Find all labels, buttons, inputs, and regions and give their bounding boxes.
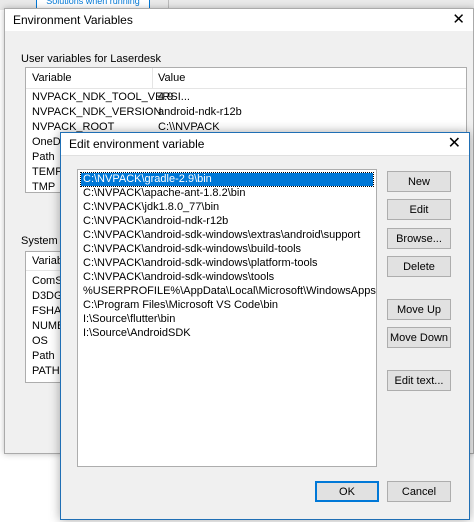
delete-button[interactable]: Delete [387, 256, 451, 277]
move-up-button[interactable]: Move Up [387, 299, 451, 320]
path-item[interactable]: C:\NVPACK\gradle-2.9\bin [80, 172, 374, 187]
path-item[interactable]: C:\NVPACK\apache-ant-1.8.2\bin [81, 187, 373, 200]
list-header: Variable Value [26, 68, 466, 89]
edit-environment-variable-dialog: Edit environment variable ✕ C:\NVPACK\gr… [60, 132, 470, 520]
path-item[interactable]: I:\Source\flutter\bin [81, 313, 373, 326]
path-item[interactable]: C:\NVPACK\android-ndk-r12b [81, 215, 373, 228]
edit-text-button[interactable]: Edit text... [387, 370, 451, 391]
edit-button[interactable]: Edit [387, 199, 451, 220]
window-title: Environment Variables [13, 13, 133, 27]
list-item[interactable]: NVPACK_NDK_TOOL_VERSI... 4.9 [26, 90, 466, 105]
column-header-variable[interactable]: Variable [32, 72, 72, 84]
path-item[interactable]: C:\Program Files\Microsoft VS Code\bin [81, 299, 373, 312]
cancel-button[interactable]: Cancel [387, 481, 451, 502]
new-button[interactable]: New [387, 171, 451, 192]
user-variables-label: User variables for Laserdesk [21, 53, 162, 65]
dialog-title: Edit environment variable [69, 137, 205, 151]
path-list[interactable]: C:\NVPACK\gradle-2.9\bin C:\NVPACK\apach… [77, 169, 377, 467]
variable-name: TEMP [32, 166, 63, 178]
path-item[interactable]: %USERPROFILE%\AppData\Local\Microsoft\Wi… [81, 285, 376, 298]
ok-button[interactable]: OK [315, 481, 379, 502]
list-item[interactable]: NVPACK_NDK_VERSION android-ndk-r12b [26, 105, 466, 120]
close-icon[interactable]: ✕ [452, 10, 465, 28]
variable-value: android-ndk-r12b [158, 106, 242, 118]
variable-name: NVPACK_NDK_VERSION [32, 106, 162, 118]
browse-button[interactable]: Browse... [387, 228, 451, 249]
path-item[interactable]: C:\NVPACK\android-sdk-windows\tools [81, 271, 373, 284]
title-bar: Environment Variables ✕ [5, 9, 473, 31]
variable-name: Path [32, 151, 55, 163]
path-item[interactable]: C:\NVPACK\android-sdk-windows\extras\and… [81, 229, 373, 242]
move-down-button[interactable]: Move Down [387, 327, 451, 348]
path-item[interactable]: C:\NVPACK\android-sdk-windows\platform-t… [81, 257, 373, 270]
column-header-value[interactable]: Value [158, 72, 185, 84]
path-item[interactable]: C:\NVPACK\android-sdk-windows\build-tool… [81, 243, 373, 256]
variable-name: TMP [32, 181, 56, 193]
title-bar: Edit environment variable ✕ [61, 133, 469, 156]
path-item[interactable]: I:\Source\AndroidSDK [81, 327, 373, 340]
variable-value: 4.9 [158, 91, 174, 103]
close-icon[interactable]: ✕ [448, 133, 461, 153]
variable-name: OS [32, 335, 48, 347]
variable-name: Path [32, 350, 55, 362]
column-divider[interactable] [152, 68, 153, 88]
path-item[interactable]: C:\NVPACK\jdk1.8.0_77\bin [81, 201, 373, 214]
